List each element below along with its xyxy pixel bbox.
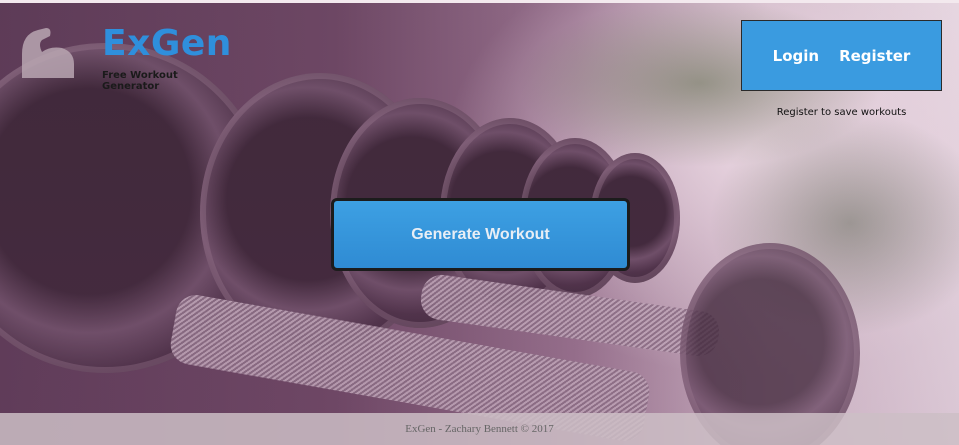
flexed-arm-icon — [22, 28, 74, 78]
app-title: ExGen — [102, 23, 232, 64]
register-hint: Register to save workouts — [776, 107, 907, 118]
auth-panel: Login Register — [741, 20, 942, 91]
footer: ExGen - Zachary Bennett © 2017 — [0, 413, 959, 445]
footer-text: ExGen - Zachary Bennett © 2017 — [405, 423, 554, 435]
app-tagline: Free Workout Generator — [102, 70, 178, 92]
logo[interactable]: ExGen Free Workout Generator — [16, 20, 231, 92]
login-link[interactable]: Login — [773, 47, 819, 65]
register-link[interactable]: Register — [839, 47, 910, 65]
generate-workout-button[interactable]: Generate Workout — [331, 198, 630, 271]
